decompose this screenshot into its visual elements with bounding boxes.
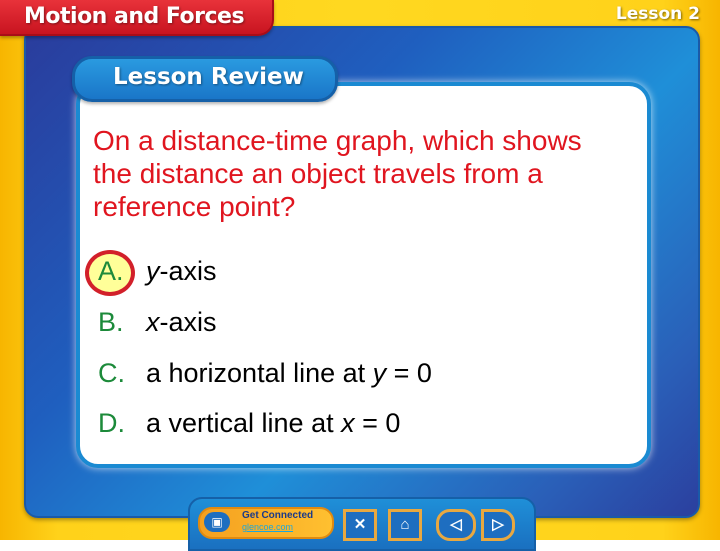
answer-b[interactable]: B. x-axis (98, 307, 217, 338)
answer-c[interactable]: C. a horizontal line at y = 0 (98, 358, 432, 389)
chapter-title: Motion and Forces (24, 4, 245, 29)
answer-letter: A. (98, 256, 124, 286)
close-icon: ✕ (353, 516, 367, 533)
close-button[interactable]: ✕ (343, 509, 377, 541)
lesson-label: Lesson 2 (615, 4, 700, 24)
previous-icon: ◁ (450, 516, 462, 533)
section-title: Lesson Review (113, 64, 304, 90)
computer-icon: ▣ (204, 512, 230, 532)
previous-button[interactable]: ◁ (436, 509, 476, 541)
home-icon: ⌂ (400, 516, 410, 533)
next-button[interactable]: ▷ (481, 509, 515, 541)
next-icon: ▷ (492, 516, 504, 533)
section-title-tab: Lesson Review (72, 56, 338, 102)
question-text: On a distance-time graph, which shows th… (93, 125, 582, 222)
answer-d[interactable]: D. a vertical line at x = 0 (98, 408, 400, 439)
chapter-title-tab: Motion and Forces (0, 0, 274, 36)
answer-letter: B. (98, 307, 124, 337)
answer-a[interactable]: A. y-axis (98, 256, 217, 287)
site-link[interactable]: glencoe.com (242, 522, 293, 532)
answer-letter: C. (98, 358, 125, 388)
get-connected-button[interactable]: ▣ Get Connected glencoe.com (198, 507, 334, 539)
answer-letter: D. (98, 408, 125, 438)
get-connected-label: Get Connected (242, 510, 314, 521)
home-button[interactable]: ⌂ (388, 509, 422, 541)
